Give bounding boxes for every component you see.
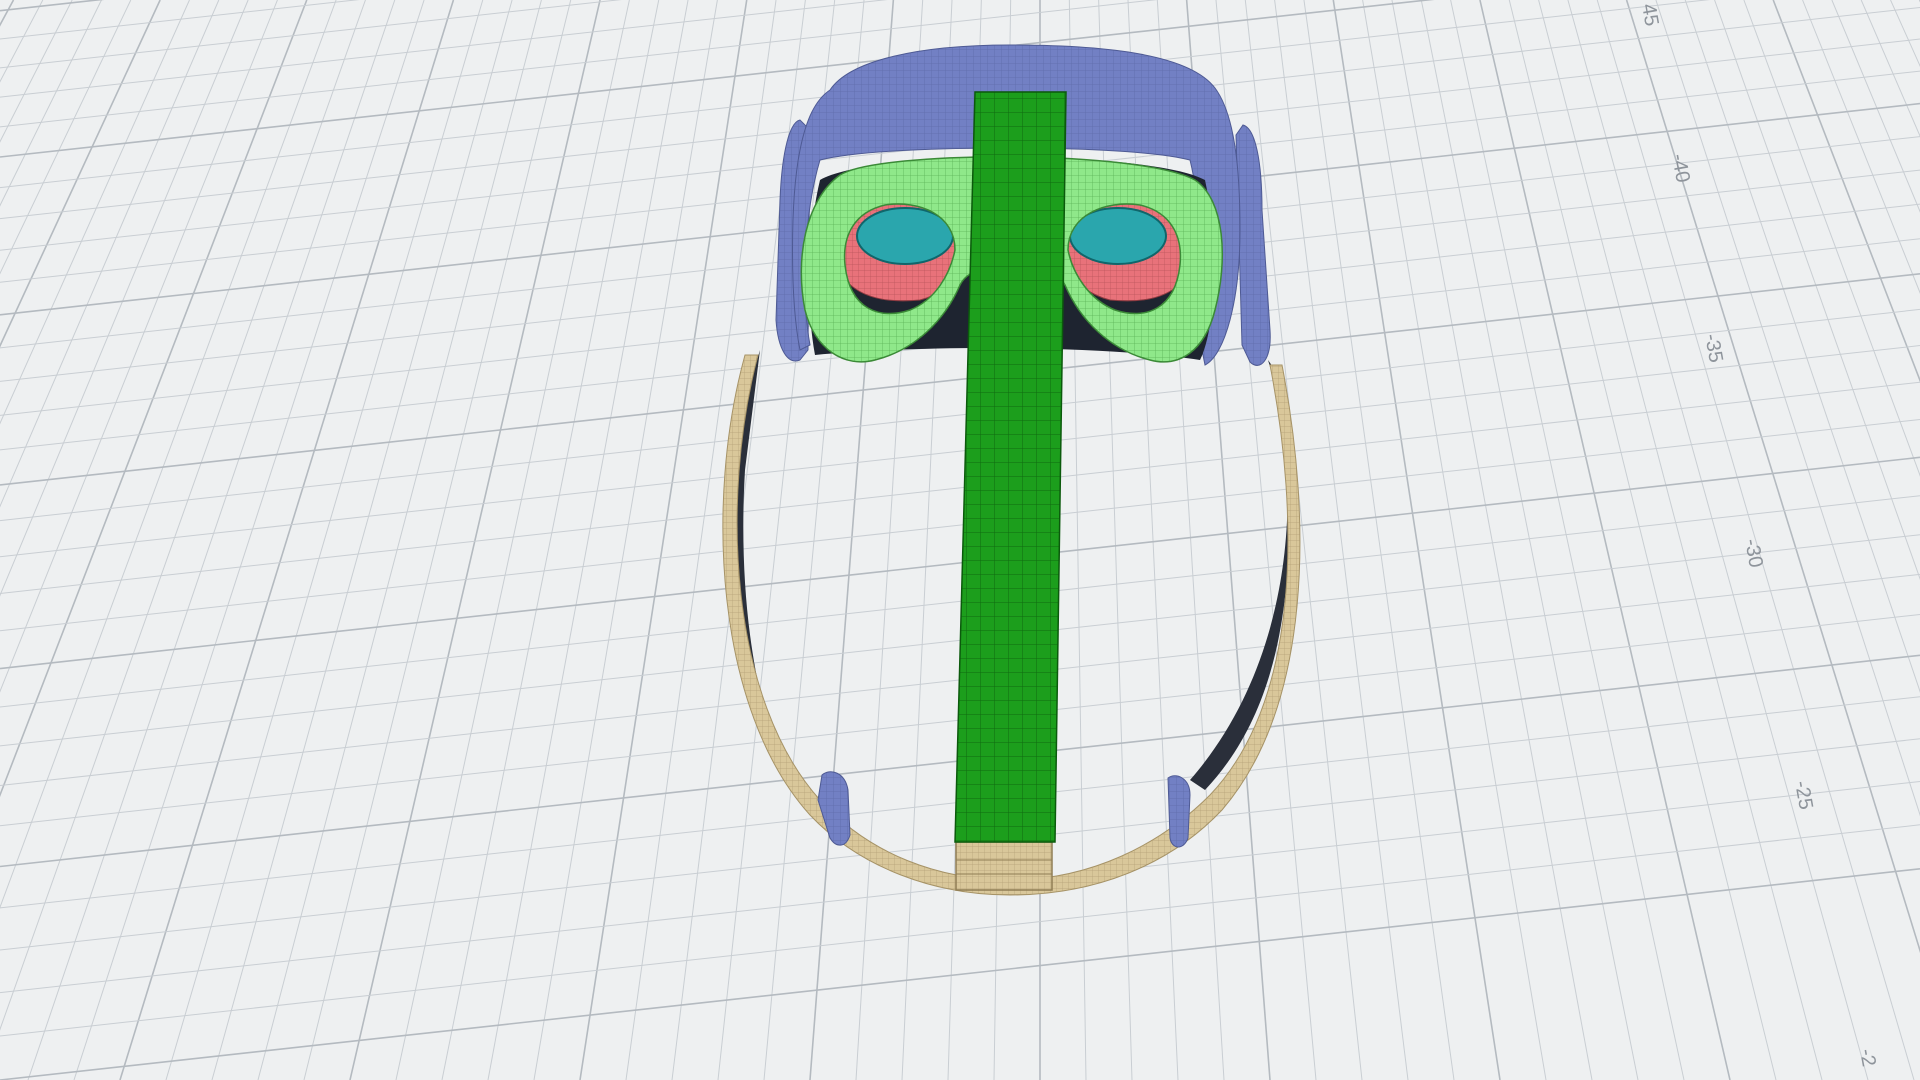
ruler-label: 45	[1637, 2, 1663, 28]
top-strap[interactable]	[954, 91, 1067, 843]
strap-clip-right[interactable]	[1167, 775, 1191, 848]
scene-canvas[interactable]: 45 -40 -35 -30 -25 -2	[0, 0, 1920, 1080]
ruler-label: -2	[1855, 1047, 1880, 1068]
3d-viewport[interactable]: 45 -40 -35 -30 -25 -2	[0, 0, 1920, 1080]
